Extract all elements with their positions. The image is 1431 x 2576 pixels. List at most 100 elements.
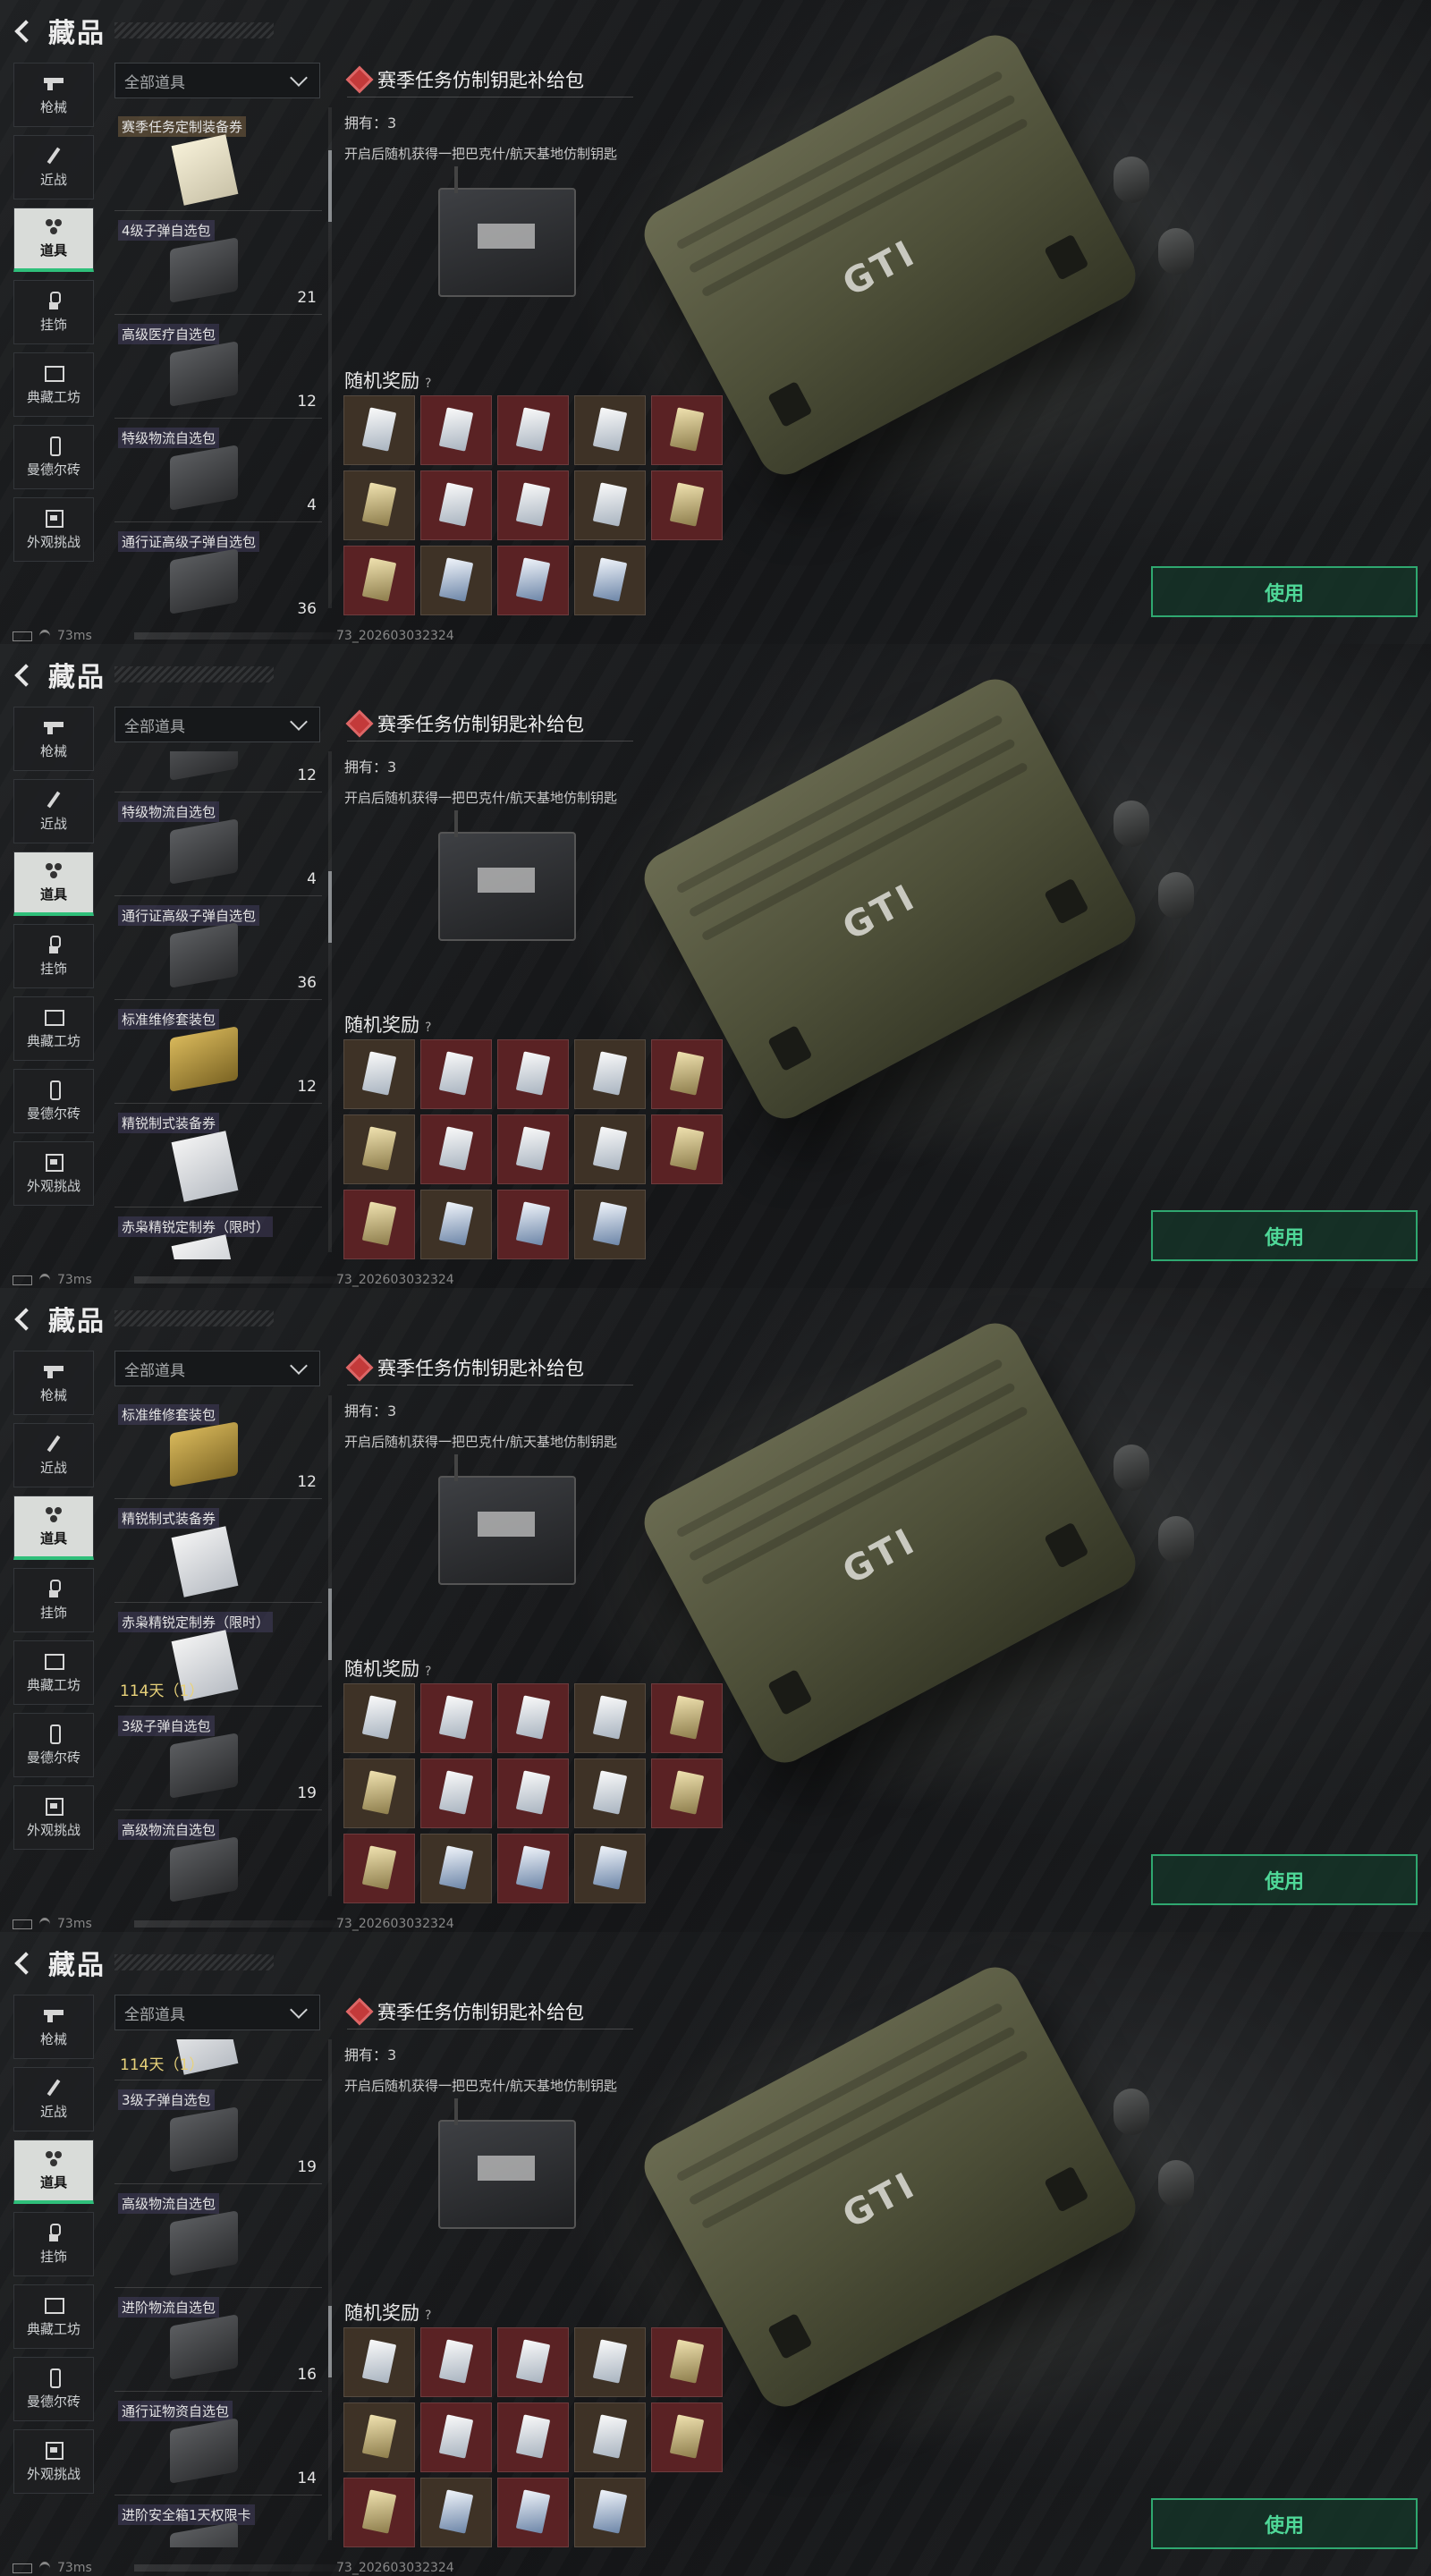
list-item[interactable]: 通行证物资自选包 14 xyxy=(114,2392,322,2496)
nav-item[interactable]: 挂饰 xyxy=(13,280,94,344)
reward-slot[interactable] xyxy=(574,546,646,615)
nav-item[interactable]: 典藏工坊 xyxy=(13,1640,94,1705)
nav-item[interactable]: 道具 xyxy=(13,1496,94,1560)
list-item[interactable]: 进阶安全箱1天权限卡 xyxy=(114,2496,322,2547)
list-item[interactable]: 114天（1） xyxy=(114,2039,322,2080)
reward-slot[interactable] xyxy=(574,2327,646,2397)
reward-slot[interactable] xyxy=(574,2478,646,2547)
list-item[interactable]: 高级医疗自选包 12 xyxy=(114,315,322,419)
reward-slot[interactable] xyxy=(574,1683,646,1753)
nav-item[interactable]: 挂饰 xyxy=(13,2212,94,2276)
reward-slot[interactable] xyxy=(343,1758,415,1828)
reward-slot[interactable] xyxy=(651,2402,723,2472)
nav-item[interactable]: 枪械 xyxy=(13,1995,94,2059)
back-arrow-icon[interactable] xyxy=(11,1950,36,1975)
reward-slot[interactable] xyxy=(497,395,569,465)
reward-slot[interactable] xyxy=(497,2327,569,2397)
reward-slot[interactable] xyxy=(497,1039,569,1109)
list-item[interactable]: 通行证高级子弹自选包 36 xyxy=(114,522,322,615)
reward-slot[interactable] xyxy=(574,395,646,465)
reward-slot[interactable] xyxy=(651,1683,723,1753)
list-item[interactable]: 3级子弹自选包 19 xyxy=(114,1707,322,1810)
reward-slot[interactable] xyxy=(420,470,492,540)
reward-slot[interactable] xyxy=(420,2327,492,2397)
item-filter-dropdown[interactable]: 全部道具 xyxy=(114,1351,320,1386)
nav-item[interactable]: 典藏工坊 xyxy=(13,2284,94,2349)
reward-slot[interactable] xyxy=(343,2478,415,2547)
reward-slot[interactable] xyxy=(651,470,723,540)
list-item[interactable]: 特级物流自选包 4 xyxy=(114,792,322,896)
reward-slot[interactable] xyxy=(420,395,492,465)
list-item[interactable]: 进阶物流自选包 16 xyxy=(114,2288,322,2392)
use-button[interactable]: 使用 xyxy=(1151,566,1418,617)
scroll-thumb[interactable] xyxy=(328,2305,332,2377)
item-list-scrollbar[interactable] xyxy=(328,107,332,608)
reward-slot[interactable] xyxy=(651,1114,723,1184)
reward-slot[interactable] xyxy=(420,2478,492,2547)
reward-slot[interactable] xyxy=(497,546,569,615)
list-item[interactable]: 通行证高级子弹自选包 36 xyxy=(114,896,322,1000)
list-item[interactable]: 12 xyxy=(114,751,322,792)
nav-item[interactable]: 外观挑战 xyxy=(13,1141,94,1206)
nav-item[interactable]: 道具 xyxy=(13,852,94,916)
back-arrow-icon[interactable] xyxy=(11,662,36,687)
nav-item[interactable]: 外观挑战 xyxy=(13,2429,94,2494)
reward-slot[interactable] xyxy=(420,1114,492,1184)
nav-item[interactable]: 挂饰 xyxy=(13,924,94,988)
use-button[interactable]: 使用 xyxy=(1151,1854,1418,1905)
reward-slot[interactable] xyxy=(343,1190,415,1259)
item-list-scrollbar[interactable] xyxy=(328,2039,332,2540)
reward-slot[interactable] xyxy=(497,1834,569,1903)
nav-item[interactable]: 挂饰 xyxy=(13,1568,94,1632)
reward-slot[interactable] xyxy=(574,1190,646,1259)
nav-item[interactable]: 外观挑战 xyxy=(13,497,94,562)
reward-slot[interactable] xyxy=(343,2327,415,2397)
item-list-scrollbar[interactable] xyxy=(328,1395,332,1896)
nav-item[interactable]: 近战 xyxy=(13,2067,94,2131)
list-item[interactable]: 精锐制式装备券 xyxy=(114,1104,322,1208)
reward-slot[interactable] xyxy=(343,470,415,540)
reward-slot[interactable] xyxy=(651,1039,723,1109)
help-icon[interactable]: ? xyxy=(425,2309,431,2323)
reward-slot[interactable] xyxy=(420,2402,492,2472)
reward-slot[interactable] xyxy=(420,546,492,615)
help-icon[interactable]: ? xyxy=(425,377,431,391)
list-item[interactable]: 高级物流自选包 xyxy=(114,1810,322,1903)
back-arrow-icon[interactable] xyxy=(11,18,36,43)
scroll-thumb[interactable] xyxy=(328,1589,332,1660)
nav-item[interactable]: 曼德尔砖 xyxy=(13,1713,94,1777)
reward-slot[interactable] xyxy=(343,2402,415,2472)
list-item[interactable]: 标准维修套装包 12 xyxy=(114,1000,322,1104)
help-icon[interactable]: ? xyxy=(425,1665,431,1679)
nav-item[interactable]: 曼德尔砖 xyxy=(13,1069,94,1133)
nav-item[interactable]: 道具 xyxy=(13,2140,94,2204)
reward-slot[interactable] xyxy=(651,1758,723,1828)
item-filter-dropdown[interactable]: 全部道具 xyxy=(114,707,320,742)
reward-slot[interactable] xyxy=(651,395,723,465)
list-item[interactable]: 标准维修套装包 12 xyxy=(114,1395,322,1499)
list-item[interactable]: 4级子弹自选包 21 xyxy=(114,211,322,315)
reward-slot[interactable] xyxy=(574,2402,646,2472)
use-button[interactable]: 使用 xyxy=(1151,2498,1418,2549)
nav-item[interactable]: 枪械 xyxy=(13,707,94,771)
list-item[interactable]: 3级子弹自选包 19 xyxy=(114,2080,322,2184)
reward-slot[interactable] xyxy=(420,1834,492,1903)
reward-slot[interactable] xyxy=(343,1114,415,1184)
nav-item[interactable]: 近战 xyxy=(13,135,94,199)
nav-item[interactable]: 典藏工坊 xyxy=(13,352,94,417)
reward-slot[interactable] xyxy=(343,1683,415,1753)
list-item[interactable]: 赤枭精锐定制券（限时） 114天（1） xyxy=(114,1603,322,1707)
reward-slot[interactable] xyxy=(420,1758,492,1828)
reward-slot[interactable] xyxy=(651,2327,723,2397)
reward-slot[interactable] xyxy=(420,1039,492,1109)
nav-item[interactable]: 曼德尔砖 xyxy=(13,425,94,489)
reward-slot[interactable] xyxy=(497,2402,569,2472)
nav-item[interactable]: 道具 xyxy=(13,208,94,272)
reward-slot[interactable] xyxy=(574,1039,646,1109)
reward-slot[interactable] xyxy=(343,546,415,615)
reward-slot[interactable] xyxy=(497,2478,569,2547)
nav-item[interactable]: 外观挑战 xyxy=(13,1785,94,1850)
scroll-thumb[interactable] xyxy=(328,150,332,222)
reward-slot[interactable] xyxy=(497,1683,569,1753)
list-item[interactable]: 赤枭精锐定制券（限时） xyxy=(114,1208,322,1259)
